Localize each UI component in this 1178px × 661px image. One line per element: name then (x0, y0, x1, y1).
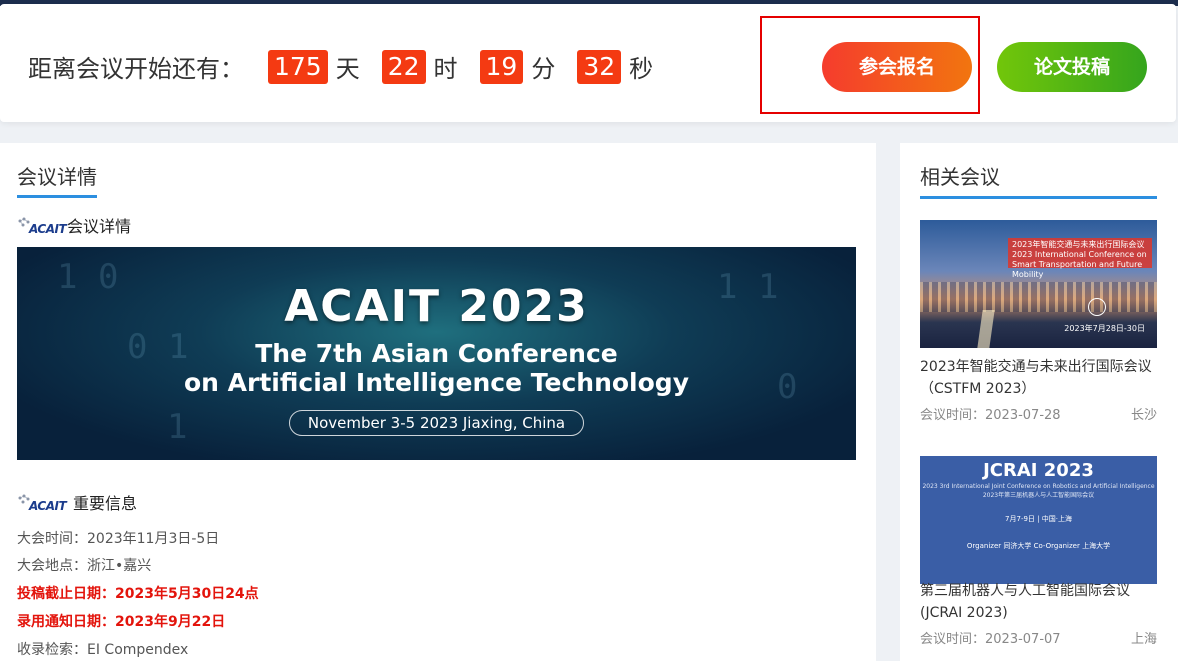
university-seal-icon (1088, 298, 1106, 316)
info-date: 大会时间：2023年11月3日-5日 (17, 531, 220, 547)
related-conferences-panel: 相关会议 2023年智能交通与未来出行国际会议 2023 Internation… (900, 143, 1178, 661)
logo-text: ACAIT (29, 499, 67, 513)
conference-details-panel: 会议详情 ACAIT 会议详情 1 0 0 1 1 1 0 1 ACAIT 20… (0, 143, 876, 661)
info-indexing: 收录检索：EI Compendex (17, 642, 189, 658)
conference-card-meta: 会议时间：2023-07-28 长沙 (920, 404, 1157, 423)
countdown-minutes-unit: 分 (531, 55, 556, 83)
submit-paper-button[interactable]: 论文投稿 (997, 42, 1147, 92)
banner-title: ACAIT 2023 (284, 281, 589, 332)
countdown-hours: 22 (381, 49, 426, 84)
card-image-date: 2023年7月28日-30日 (1064, 324, 1145, 333)
card-city: 长沙 (1130, 408, 1157, 423)
important-subheading: ACAIT 重要信息 (17, 490, 137, 514)
details-subheading: ACAIT 会议详情 (17, 213, 131, 237)
info-submission-deadline: 投稿截止日期：2023年5月30日24点 (17, 586, 259, 602)
conference-card-image[interactable]: JCRAI 2023 2023 3rd International Joint … (920, 456, 1157, 584)
acait-logo: ACAIT (17, 217, 67, 237)
conference-banner: 1 0 0 1 1 1 0 1 ACAIT 2023 The 7th Asian… (17, 247, 856, 460)
info-location: 大会地点：浙江•嘉兴 (17, 558, 152, 574)
logo-text: ACAIT (29, 222, 67, 236)
banner-date: November 3-5 2023 Jiaxing, China (289, 410, 584, 436)
conference-card-meta: 会议时间：2023-07-07 上海 (920, 628, 1157, 647)
countdown-seconds: 32 (577, 49, 622, 84)
important-heading: 重要信息 (73, 494, 138, 513)
card-image-organizers: Organizer 同济大学 Co-Organizer 上海大学 (966, 542, 1111, 550)
countdown-days-unit: 天 (335, 55, 360, 83)
card-image-date: 7月7-9日 | 中国·上海 (1005, 515, 1072, 523)
details-heading: 会议详情 (67, 217, 132, 236)
countdown-prefix: 距离会议开始还有： (28, 55, 244, 83)
countdown-timer: 距离会议开始还有： 175 天 22 时 19 分 32 秒 (28, 49, 667, 84)
conference-card-image[interactable]: 2023年智能交通与未来出行国际会议 2023 International Co… (920, 220, 1157, 348)
banner-subtitle-2: on Artificial Intelligence Technology (184, 368, 689, 397)
card-image-subtitle: 2023 3rd International Joint Conference … (922, 483, 1155, 499)
card-image-banner: 2023年智能交通与未来出行国际会议 2023 International Co… (1008, 238, 1152, 279)
section-title-related: 相关会议 (920, 165, 1000, 189)
card-time: 会议时间：2023-07-07 (920, 632, 1061, 647)
card-city: 上海 (1130, 632, 1157, 647)
section-title-details: 会议详情 (17, 165, 97, 189)
section-underline (920, 196, 1157, 199)
countdown-days: 175 (268, 49, 328, 84)
countdown-seconds-unit: 秒 (629, 55, 654, 83)
acait-logo: ACAIT (17, 494, 67, 514)
card-image-title: JCRAI 2023 (983, 460, 1094, 481)
info-acceptance-date: 录用通知日期：2023年9月22日 (17, 614, 226, 630)
card-time: 会议时间：2023-07-28 (920, 408, 1061, 423)
countdown-bar: 距离会议开始还有： 175 天 22 时 19 分 32 秒 参会报名 论文投稿 (0, 4, 1176, 122)
conference-card-title[interactable]: 第三届机器人与人工智能国际会议(JCRAI 2023) (920, 580, 1160, 624)
countdown-minutes: 19 (479, 49, 524, 84)
conference-card-title[interactable]: 2023年智能交通与未来出行国际会议（CSTFM 2023） (920, 356, 1160, 400)
section-underline (17, 195, 97, 198)
register-button[interactable]: 参会报名 (822, 42, 972, 92)
countdown-hours-unit: 时 (433, 55, 458, 83)
banner-subtitle-1: The 7th Asian Conference (255, 339, 618, 368)
